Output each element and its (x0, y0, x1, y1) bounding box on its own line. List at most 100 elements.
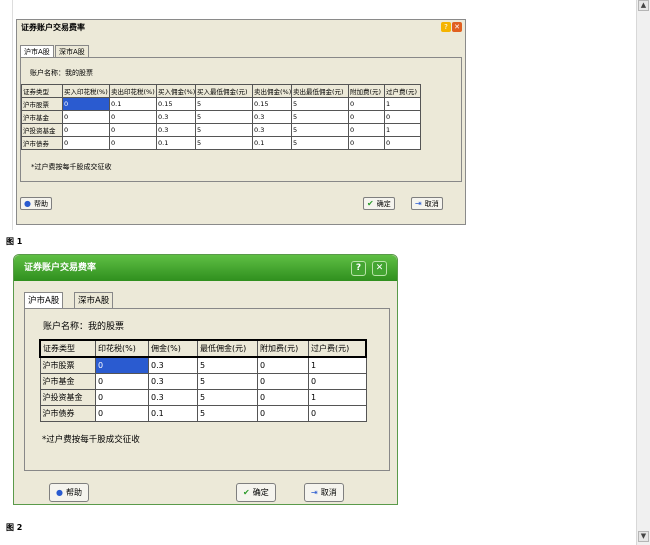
column-header: 佣金(%) (148, 339, 198, 358)
help-button[interactable]: ● 帮助 (20, 197, 52, 210)
account-name: 账户名称：我的股票 (30, 69, 93, 77)
row-header: 沪投资基金 (39, 389, 96, 406)
fee-table: 证券类型 印花税(%) 佣金(%) 最低佣金(元) 附加费(元) 过户费(元) 沪市股票 0… (39, 339, 367, 422)
help-icon[interactable]: ? (441, 22, 451, 32)
rate-cell[interactable]: 0 (62, 136, 110, 150)
account-name: 账户名称：我的股票 (43, 322, 125, 332)
rate-cell[interactable]: 5 (195, 136, 253, 150)
column-header: 买入最低佣金(元) (195, 84, 253, 98)
ok-button[interactable]: ✔ 确定 (236, 483, 276, 502)
footnote: *过户费按每千股成交征收 (42, 435, 140, 445)
rate-cell[interactable]: 1 (308, 389, 367, 406)
rate-cell[interactable]: 0.15 (252, 97, 292, 111)
scroll-up-icon[interactable]: ▲ (638, 0, 649, 11)
rate-cell[interactable]: 0 (95, 373, 149, 390)
rate-cell[interactable]: 0 (348, 136, 385, 150)
rate-cell[interactable]: 0.3 (252, 110, 292, 124)
rate-cell[interactable]: 0 (109, 136, 157, 150)
tab-sz-a[interactable]: 深市A股 (74, 292, 114, 309)
rate-cell[interactable]: 0 (308, 405, 367, 422)
rate-cell[interactable]: 5 (291, 97, 349, 111)
close-icon[interactable]: ✕ (452, 22, 462, 32)
rate-cell[interactable]: 1 (384, 123, 421, 137)
page-edge (12, 0, 13, 230)
check-icon: ✔ (367, 199, 374, 208)
rate-cell[interactable]: 5 (197, 373, 258, 390)
rate-cell[interactable]: 5 (197, 389, 258, 406)
rate-cell[interactable]: 0 (384, 110, 421, 124)
rate-cell[interactable]: 0 (384, 136, 421, 150)
footnote: *过户费按每千股成交征收 (31, 163, 112, 171)
check-icon: ✔ (243, 488, 250, 497)
ok-button[interactable]: ✔ 确定 (363, 197, 395, 210)
table-row: 沪市股票 0 0.1 0.15 5 0.15 5 0 1 (21, 97, 421, 111)
rate-cell[interactable]: 0.1 (252, 136, 292, 150)
rate-cell[interactable]: 0.3 (148, 389, 198, 406)
rate-cell[interactable]: 0 (257, 356, 309, 374)
rate-cell[interactable]: 5 (195, 123, 253, 137)
rate-cell[interactable]: 0.1 (109, 97, 157, 111)
column-header: 附加费(元) (348, 84, 385, 98)
close-icon[interactable]: ✕ (372, 261, 387, 276)
column-header: 卖出最低佣金(元) (291, 84, 349, 98)
caption-2: 图 2 (6, 523, 23, 532)
rate-cell[interactable]: 5 (197, 405, 258, 422)
rate-cell[interactable]: 0 (95, 405, 149, 422)
rate-cell[interactable]: 0 (257, 389, 309, 406)
rate-cell[interactable]: 0.3 (156, 123, 196, 137)
help-button[interactable]: ● 帮助 (49, 483, 89, 502)
exit-icon: ⇥ (415, 199, 422, 208)
table-row: 沪市股票 0 0.3 5 0 1 (39, 356, 367, 374)
row-header: 沪市基金 (21, 110, 63, 124)
row-header: 沪市债券 (21, 136, 63, 150)
rate-cell[interactable]: 0.3 (156, 110, 196, 124)
cancel-button[interactable]: ⇥ 取消 (304, 483, 344, 502)
table-row: 沪市债券 0 0 0.1 5 0.1 5 0 0 (21, 136, 421, 150)
rate-cell[interactable]: 0.3 (148, 356, 198, 374)
rate-cell[interactable]: 0 (95, 389, 149, 406)
column-header: 买入佣金(%) (156, 84, 196, 98)
rate-cell[interactable]: 0 (308, 373, 367, 390)
rate-cell[interactable]: 0 (62, 123, 110, 137)
rate-cell[interactable]: 0 (348, 97, 385, 111)
rate-cell[interactable]: 5 (197, 356, 258, 374)
fee-dialog-large: 证券账户交易费率 ? ✕ 沪市A股 深市A股 账户名称：我的股票 证券类型 印花税(… (13, 254, 398, 505)
cancel-button[interactable]: ⇥ 取消 (411, 197, 443, 210)
rate-cell[interactable]: 0 (62, 110, 110, 124)
tab-sh-a[interactable]: 沪市A股 (24, 292, 64, 309)
info-icon: ● (24, 199, 31, 208)
exit-icon: ⇥ (311, 488, 318, 497)
rate-cell[interactable]: 0 (109, 110, 157, 124)
rate-cell[interactable]: 0 (348, 123, 385, 137)
rate-cell[interactable]: 1 (308, 356, 367, 374)
vertical-scrollbar[interactable]: ▲ ▼ (636, 0, 650, 545)
help-icon[interactable]: ? (351, 261, 366, 276)
rate-cell[interactable]: 0.15 (156, 97, 196, 111)
rate-cell[interactable]: 0 (257, 373, 309, 390)
rate-cell[interactable]: 0.3 (252, 123, 292, 137)
rate-cell[interactable]: 0 (95, 356, 149, 374)
rate-cell[interactable]: 0.3 (148, 373, 198, 390)
rate-cell[interactable]: 5 (291, 110, 349, 124)
rate-cell[interactable]: 5 (195, 110, 253, 124)
rate-cell[interactable]: 0 (348, 110, 385, 124)
rate-cell[interactable]: 1 (384, 97, 421, 111)
rate-cell[interactable]: 0 (109, 123, 157, 137)
rate-cell[interactable]: 0.1 (156, 136, 196, 150)
rate-cell[interactable]: 5 (291, 123, 349, 137)
column-header: 证券类型 (39, 339, 96, 358)
rate-cell[interactable]: 0.1 (148, 405, 198, 422)
column-header: 过户费(元) (308, 339, 367, 358)
column-header: 证券类型 (21, 84, 63, 98)
rate-cell[interactable]: 0 (257, 405, 309, 422)
column-header: 印花税(%) (95, 339, 149, 358)
rate-cell[interactable]: 5 (291, 136, 349, 150)
table-row: 沪市基金 0 0.3 5 0 0 (39, 373, 367, 390)
table-row: 沪市基金 0 0 0.3 5 0.3 5 0 0 (21, 110, 421, 124)
scroll-down-icon[interactable]: ▼ (638, 531, 649, 542)
rate-cell[interactable]: 5 (195, 97, 253, 111)
row-header: 沪市股票 (39, 356, 96, 374)
fee-dialog-small: 证券账户交易费率 ? ✕ 沪市A股 深市A股 账户名称：我的股票 证券类型 买入印花… (16, 19, 466, 225)
rate-cell[interactable]: 0 (62, 97, 110, 111)
caption-1: 图 1 (6, 237, 23, 246)
